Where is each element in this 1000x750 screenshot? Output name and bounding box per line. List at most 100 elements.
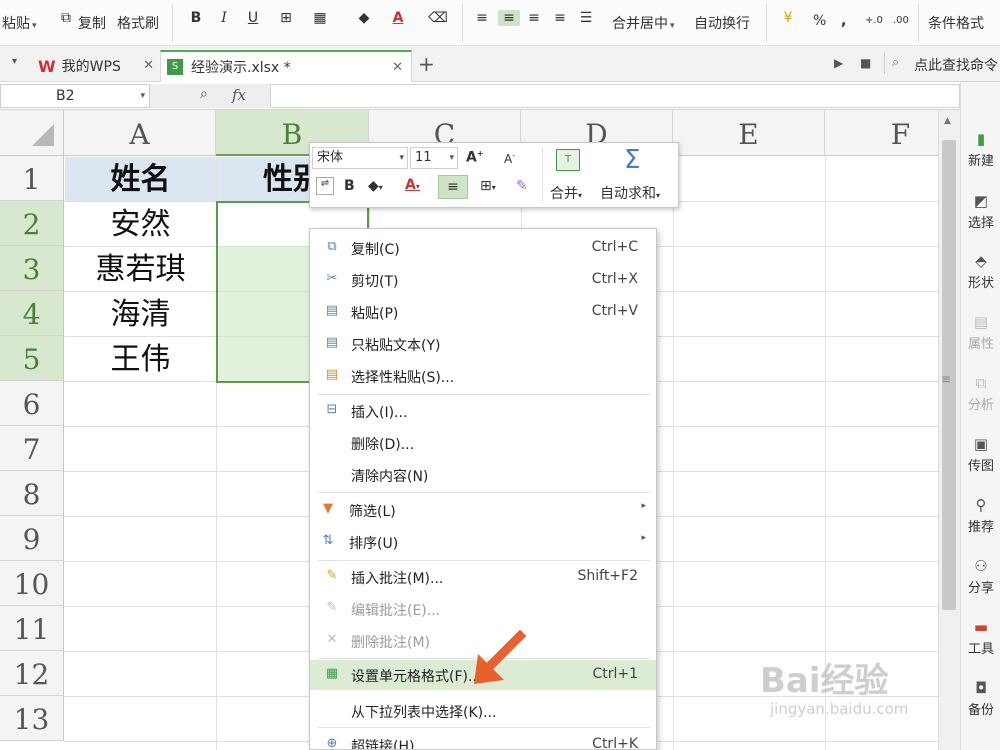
eraser-icon[interactable]: ✎ bbox=[516, 178, 528, 194]
italic-button[interactable]: I bbox=[214, 10, 234, 26]
decrease-font-icon[interactable]: A- bbox=[504, 151, 515, 166]
row-header-13[interactable]: 13 bbox=[0, 696, 64, 741]
align-left-button[interactable]: ≡ bbox=[472, 10, 492, 26]
select-all-corner[interactable] bbox=[0, 110, 64, 156]
tab-list-icon[interactable]: ▾ bbox=[12, 56, 17, 67]
side-recommend-button[interactable]: ⚲ 推荐 bbox=[961, 496, 1000, 535]
tab-workbook[interactable]: S 经验演示.xlsx * ✕ bbox=[160, 50, 412, 82]
side-toolbox-button[interactable]: ▬ 工具 bbox=[961, 618, 1000, 657]
merge-button[interactable]: 合并▾ bbox=[550, 183, 582, 203]
merge-center-button[interactable]: 合并居中 ▾ bbox=[612, 13, 675, 33]
cell-a2[interactable]: 安然 bbox=[65, 202, 216, 246]
bold-button[interactable]: B bbox=[344, 178, 355, 194]
align-center-icon[interactable]: ≡ bbox=[438, 175, 468, 199]
percent-button[interactable]: % bbox=[813, 13, 826, 29]
menu-copy[interactable]: ⧉ 复制(C) Ctrl+C bbox=[310, 233, 656, 263]
zoom-icon[interactable]: ⌕ bbox=[200, 86, 208, 102]
menu-insert-comment[interactable]: ✎ 插入批注(M)... Shift+F2 bbox=[310, 562, 656, 592]
font-color-button[interactable]: A bbox=[388, 10, 408, 26]
side-backup-button[interactable]: ◘ 备份 bbox=[961, 679, 1000, 718]
cell-a3[interactable]: 惠若琪 bbox=[65, 247, 216, 291]
vertical-scrollbar[interactable]: ▲ ≡ bbox=[938, 110, 960, 750]
scroll-up-icon[interactable]: ▲ bbox=[944, 116, 951, 126]
paste-button[interactable]: 粘贴 ▾ bbox=[2, 13, 37, 33]
menu-pick-from-list[interactable]: 从下拉列表中选择(K)... bbox=[310, 696, 656, 726]
close-icon[interactable]: ✕ bbox=[392, 60, 403, 75]
column-header-a[interactable]: A bbox=[64, 110, 216, 156]
align-right-button[interactable]: ≡ bbox=[524, 10, 544, 26]
font-size-select[interactable]: 11 ▾ bbox=[410, 147, 458, 169]
row-header-4[interactable]: 4 bbox=[0, 291, 64, 336]
justify-button[interactable]: ≡ bbox=[550, 10, 570, 26]
cell-a4[interactable]: 海清 bbox=[65, 292, 216, 336]
increase-decimal-button[interactable]: +.0 bbox=[865, 15, 883, 26]
row-header-9[interactable]: 9 bbox=[0, 516, 64, 561]
comma-button[interactable]: , bbox=[841, 13, 846, 29]
menu-sort[interactable]: ⇅ 排序(U) ▸ bbox=[310, 527, 656, 557]
menu-cut[interactable]: ✂ 剪切(T) Ctrl+X bbox=[310, 265, 656, 295]
fill-color-icon[interactable]: ◆▾ bbox=[368, 178, 383, 194]
cell-a5[interactable]: 王伟 bbox=[65, 337, 216, 381]
side-analysis-button[interactable]: ⧉ 分析 bbox=[961, 374, 1000, 413]
menu-paste[interactable]: ▤ 粘贴(P) Ctrl+V bbox=[310, 297, 656, 327]
command-search[interactable]: 点此查找命令 bbox=[914, 55, 998, 75]
panel-splitter-icon[interactable]: ≡ bbox=[941, 372, 951, 386]
menu-filter[interactable]: ▼ 筛选(L) ▸ bbox=[310, 495, 656, 525]
fill-color-button[interactable]: ◆ bbox=[354, 10, 374, 26]
column-header-f[interactable]: F bbox=[825, 110, 938, 156]
wrap-icon[interactable]: ⇌ bbox=[316, 177, 334, 195]
row-header-5[interactable]: 5 bbox=[0, 336, 64, 381]
menu-clear-contents[interactable]: 清除内容(N) bbox=[310, 460, 656, 490]
lock-icon[interactable]: ■ bbox=[860, 56, 871, 70]
row-header-6[interactable]: 6 bbox=[0, 381, 64, 426]
row-header-7[interactable]: 7 bbox=[0, 426, 64, 471]
close-icon[interactable]: ✕ bbox=[143, 58, 154, 73]
fill-pattern-button[interactable]: ▦ bbox=[310, 10, 330, 26]
cell-a1[interactable]: 姓名 bbox=[65, 157, 216, 201]
font-color-icon[interactable]: A▾ bbox=[405, 177, 420, 193]
currency-icon[interactable]: ¥ bbox=[778, 10, 798, 26]
side-shape-button[interactable]: ⬘ 形状 bbox=[961, 252, 1000, 291]
tab-my-wps[interactable]: W 我的WPS ✕ bbox=[32, 50, 160, 82]
row-header-10[interactable]: 10 bbox=[0, 561, 64, 606]
row-header-11[interactable]: 11 bbox=[0, 606, 64, 651]
side-property-button[interactable]: ▤ 属性 bbox=[961, 313, 1000, 352]
conditional-format-button[interactable]: 条件格式 bbox=[928, 13, 984, 33]
document-icon[interactable]: ▶ bbox=[834, 56, 843, 70]
side-upload-image-button[interactable]: ▣ 传图 bbox=[961, 435, 1000, 474]
row-header-1[interactable]: 1 bbox=[0, 156, 64, 201]
font-name-select[interactable]: 宋体 ▾ bbox=[312, 147, 408, 169]
row-header-2[interactable]: 2 bbox=[0, 201, 64, 246]
column-header-e[interactable]: E bbox=[673, 110, 825, 156]
distributed-button[interactable]: ☰ bbox=[576, 10, 596, 26]
row-header-12[interactable]: 12 bbox=[0, 651, 64, 696]
row-header-3[interactable]: 3 bbox=[0, 246, 64, 291]
fx-button[interactable]: fx bbox=[232, 86, 246, 104]
new-tab-icon[interactable]: + bbox=[418, 52, 435, 76]
name-box-dropdown-icon[interactable]: ▾ bbox=[140, 85, 145, 107]
underline-button[interactable]: U bbox=[243, 10, 263, 26]
side-select-button[interactable]: ◩ 选择 bbox=[961, 192, 1000, 231]
menu-paste-special[interactable]: ▤ 选择性粘贴(S)... bbox=[310, 361, 656, 391]
clear-format-button[interactable]: ⌫ bbox=[428, 10, 448, 26]
menu-paste-text[interactable]: ▤ 只粘贴文本(Y) bbox=[310, 329, 656, 359]
align-center-button[interactable]: ≡ bbox=[498, 10, 520, 26]
copy-button[interactable]: 复制 bbox=[78, 13, 106, 33]
wrap-text-button[interactable]: 自动换行 bbox=[694, 13, 750, 33]
name-box[interactable]: B2 ▾ bbox=[0, 84, 150, 108]
bold-button[interactable]: B bbox=[186, 10, 206, 26]
side-new-button[interactable]: ▮ 新建 bbox=[961, 130, 1000, 169]
format-painter-button[interactable]: 格式刷 bbox=[117, 13, 159, 33]
row-header-8[interactable]: 8 bbox=[0, 471, 64, 516]
menu-insert[interactable]: ⊟ 插入(I)... bbox=[310, 396, 656, 426]
border-icon[interactable]: ⊞▾ bbox=[480, 178, 496, 194]
mini-divider bbox=[542, 147, 543, 203]
autosum-button[interactable]: 自动求和▾ bbox=[600, 183, 660, 203]
decrease-decimal-button[interactable]: .00 bbox=[893, 15, 909, 26]
increase-font-icon[interactable]: A+ bbox=[466, 149, 484, 166]
border-button[interactable]: ⊞ bbox=[276, 10, 296, 26]
side-share-button[interactable]: ⚇ 分享 bbox=[961, 557, 1000, 596]
menu-hyperlink[interactable]: ⊕ 超链接(H)... Ctrl+K bbox=[310, 730, 656, 749]
menu-delete[interactable]: 删除(D)... bbox=[310, 428, 656, 458]
formula-input[interactable] bbox=[270, 84, 960, 108]
